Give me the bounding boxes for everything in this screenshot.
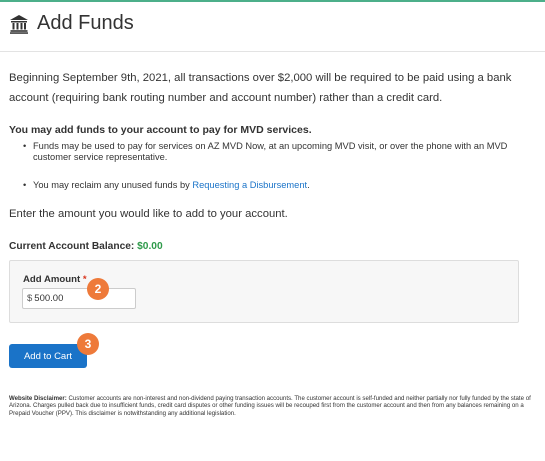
funds-info-list: • Funds may be used to pay for services … (23, 141, 533, 191)
currency-symbol: $ (27, 293, 33, 304)
reclaim-suffix-text: . (307, 180, 310, 190)
website-disclaimer: Website Disclaimer: Customer accounts ar… (9, 395, 537, 417)
title-wrap: Add Funds (9, 12, 134, 35)
page-header: Add Funds (0, 2, 545, 52)
reclaim-prefix-text: You may reclaim any unused funds by (33, 180, 193, 190)
bullet-dot: • (23, 141, 27, 151)
bank-account-notice: Beginning September 9th, 2021, all trans… (9, 72, 512, 104)
request-disbursement-link[interactable]: Requesting a Disbursement (192, 180, 307, 190)
add-amount-label: Add Amount * (23, 274, 87, 285)
disclaimer-text: Customer accounts are non-interest and n… (9, 395, 531, 417)
funds-usage-text: Funds may be used to pay for services on… (33, 141, 508, 162)
add-amount-field[interactable]: $ (22, 288, 136, 309)
list-item: • Funds may be used to pay for services … (23, 141, 533, 163)
funds-info-heading: You may add funds to your account to pay… (9, 124, 312, 136)
page-title: Add Funds (37, 12, 134, 34)
list-item: • You may reclaim any unused funds by Re… (23, 180, 533, 191)
step-2-badge: 2 (87, 278, 109, 300)
add-amount-panel: Add Amount * $ (9, 260, 519, 323)
current-balance: Current Account Balance: $0.00 (9, 241, 163, 252)
add-amount-label-text: Add Amount (23, 274, 81, 285)
balance-label: Current Account Balance: (9, 241, 135, 252)
add-amount-input[interactable] (34, 293, 125, 304)
disclaimer-label: Website Disclaimer: (9, 395, 67, 402)
required-marker: * (82, 274, 87, 285)
enter-amount-prompt: Enter the amount you would like to add t… (9, 208, 288, 220)
balance-value: $0.00 (137, 241, 163, 252)
bank-icon (10, 14, 28, 34)
step-3-badge: 3 (77, 333, 99, 355)
bullet-dot: • (23, 180, 27, 190)
add-to-cart-button[interactable]: Add to Cart (9, 344, 87, 368)
